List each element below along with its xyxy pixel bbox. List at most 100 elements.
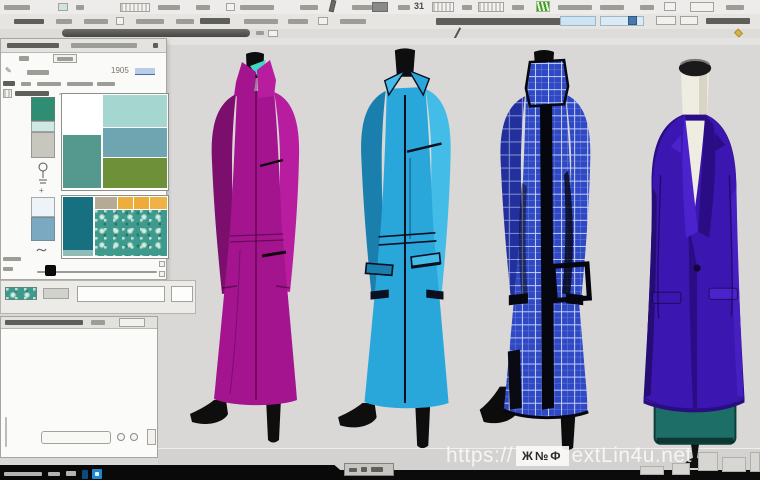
strip-swatch[interactable] (31, 217, 55, 241)
menu-item[interactable] (300, 5, 318, 10)
watermark: https:// Ж№Ф extLin4u.net (446, 444, 692, 468)
taskbar-text-garbled (4, 472, 42, 476)
menu-item[interactable] (462, 5, 472, 10)
toolbar-scrollbar[interactable] (62, 29, 250, 37)
palette-cell[interactable] (63, 197, 93, 250)
document-panel-header (1, 317, 157, 329)
highlighted-field[interactable] (600, 16, 644, 26)
palette-cell[interactable] (103, 158, 167, 188)
toolbar (0, 14, 760, 30)
label-garbled (67, 82, 93, 86)
toolbar-icon[interactable] (680, 16, 698, 25)
table-icon[interactable] (120, 3, 150, 12)
label-garbled (19, 56, 29, 61)
add-swatch-icon[interactable]: + (39, 187, 44, 195)
toolbar-icon[interactable] (268, 30, 278, 37)
pencil-icon[interactable]: ✎ (5, 67, 12, 75)
palette-cell[interactable] (95, 197, 117, 209)
palette-cell[interactable] (63, 95, 101, 135)
strip-swatch[interactable] (31, 132, 55, 158)
app-icon-blue[interactable] (92, 469, 102, 479)
new-document-icon[interactable] (226, 3, 235, 11)
toolbar-label (56, 19, 72, 24)
footer-button[interactable] (147, 429, 156, 445)
dropdown-caret-icon[interactable] (733, 28, 744, 38)
menu-item[interactable] (558, 5, 592, 10)
menu-item[interactable] (158, 5, 180, 10)
menu-item[interactable] (76, 5, 84, 10)
slider-handle[interactable] (45, 265, 56, 276)
panel-tab[interactable] (7, 43, 59, 48)
palette-cell[interactable] (63, 250, 93, 256)
close-icon[interactable] (153, 43, 158, 48)
toolbar-icon[interactable] (318, 17, 328, 25)
sub-tab[interactable] (53, 54, 77, 63)
pattern-swatch[interactable] (95, 210, 167, 256)
menu-item[interactable] (600, 5, 624, 10)
label-garbled (37, 82, 61, 86)
active-pattern-preview[interactable] (5, 287, 37, 300)
pin-icon[interactable] (628, 16, 637, 25)
palette-cell[interactable] (63, 135, 101, 188)
label-garbled (97, 82, 115, 86)
pocket-flap-left (652, 291, 682, 304)
menu-item[interactable] (512, 5, 524, 10)
taskbar-text-garbled (66, 471, 76, 476)
strip-swatch[interactable] (31, 121, 55, 132)
watermark-badge: Ж№Ф (516, 446, 569, 466)
toolbar-label (706, 18, 750, 24)
window-controls[interactable] (690, 2, 714, 12)
stepper-down[interactable] (159, 271, 165, 277)
palette-cell[interactable] (150, 197, 167, 209)
list-icon[interactable] (3, 89, 12, 98)
design-check-coat[interactable] (466, 50, 624, 452)
palette-cell[interactable] (103, 128, 167, 157)
footer-field[interactable] (171, 286, 193, 302)
plant-logo-icon (536, 1, 550, 12)
toolbar-icon[interactable] (116, 17, 124, 25)
app-icon-dark[interactable] (82, 470, 88, 479)
grid-icon[interactable] (478, 2, 504, 12)
palette-cell[interactable] (118, 197, 133, 209)
toolbar-icon[interactable] (664, 2, 676, 11)
meta-link[interactable] (135, 68, 155, 75)
grid-icon[interactable] (432, 2, 454, 12)
design-purple-coat[interactable] (622, 54, 760, 468)
palette-cell[interactable] (103, 95, 167, 127)
tool-dot[interactable] (130, 433, 138, 441)
menu-item[interactable] (726, 5, 744, 10)
menu-item[interactable] (196, 5, 210, 10)
menu-item[interactable] (240, 5, 274, 10)
palette-cell[interactable] (134, 197, 149, 209)
toolbar-icon[interactable] (656, 16, 676, 25)
design-cyan-coat[interactable] (330, 46, 482, 452)
footer-field[interactable] (77, 286, 165, 302)
menu-item[interactable] (352, 5, 372, 10)
section-label (15, 91, 49, 96)
label-garbled (3, 267, 13, 271)
menu-item[interactable] (398, 5, 410, 10)
document-panel (0, 316, 158, 458)
stepper-up[interactable] (159, 261, 165, 267)
toolbar-label (244, 19, 278, 24)
toolbar-label (176, 19, 194, 24)
footer-button[interactable] (41, 431, 111, 444)
watermark-prefix: https:// (446, 444, 514, 467)
tray-glyph (361, 467, 367, 472)
strip-swatch[interactable] (31, 97, 55, 121)
strip-swatch[interactable] (31, 197, 55, 217)
system-tray[interactable] (344, 463, 394, 476)
design-magenta-coat[interactable] (180, 50, 330, 450)
tray-glyph (349, 468, 357, 472)
menu-item[interactable] (4, 5, 30, 10)
toolbar-icon[interactable] (372, 2, 388, 12)
header-button[interactable] (119, 318, 145, 327)
panel-tab[interactable] (71, 43, 137, 48)
panel-header (1, 39, 166, 53)
footer-button[interactable] (43, 288, 69, 299)
highlighted-field[interactable] (560, 16, 596, 26)
tool-dot[interactable] (117, 433, 125, 441)
menu-item[interactable] (640, 5, 654, 10)
swatch-icon[interactable] (58, 3, 68, 11)
panel-title-garbled (5, 320, 83, 325)
